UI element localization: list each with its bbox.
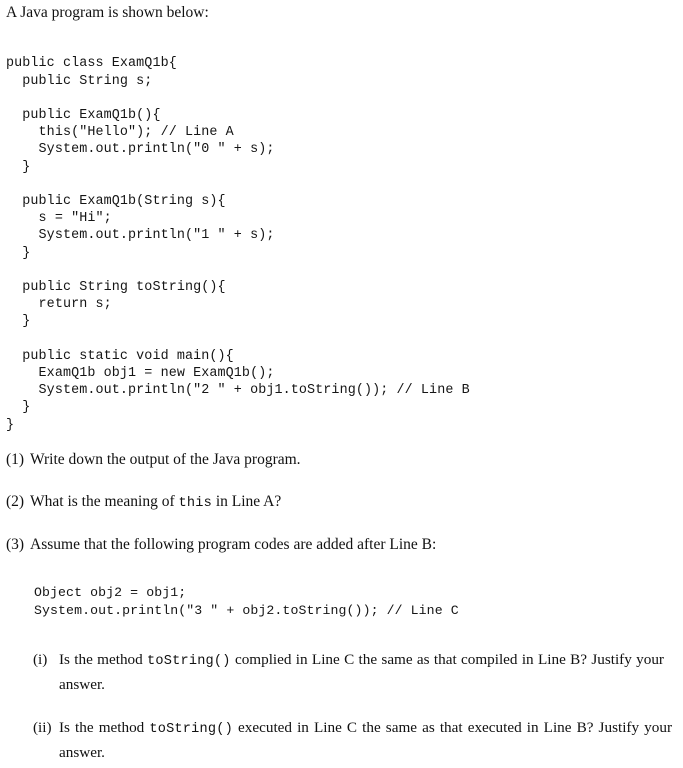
question-2-inline-code: this	[178, 496, 212, 511]
question-3-marker: (3)	[6, 536, 25, 553]
question-3-text: Assume that the following program codes …	[30, 536, 437, 553]
sub-question-ii-text-before: Is the method	[59, 719, 150, 736]
sub-question-ii-marker: (ii)	[33, 719, 52, 736]
sub-question-ii: (ii) Is the method toString() executed i…	[33, 716, 672, 764]
question-1-text: Write down the output of the Java progra…	[30, 451, 301, 468]
java-program-code-block: public class ExamQ1b{ public String s; p…	[6, 56, 470, 433]
document-page: A Java program is shown below: public cl…	[0, 0, 683, 768]
sub-question-i: (i) Is the method toString() complied in…	[33, 648, 664, 696]
sub-question-ii-inline-code: toString()	[149, 722, 233, 737]
sub-question-i-inline-code: toString()	[147, 654, 231, 669]
question-2: (2) What is the meaning of this in Line …	[6, 492, 281, 514]
question-1: (1) Write down the output of the Java pr…	[6, 450, 301, 470]
sub-question-i-text-before: Is the method	[59, 651, 148, 668]
added-program-code-block: Object obj2 = obj1; System.out.println("…	[34, 585, 459, 618]
sub-question-i-marker: (i)	[33, 651, 48, 668]
question-3: (3) Assume that the following program co…	[6, 535, 436, 555]
question-2-text-after: in Line A?	[211, 493, 282, 510]
question-2-text-before: What is the meaning of	[30, 493, 179, 510]
question-1-marker: (1)	[6, 451, 25, 468]
sub-question-i-text: Is the method toString() complied in Lin…	[59, 648, 664, 696]
question-2-marker: (2)	[6, 493, 25, 510]
intro-line: A Java program is shown below:	[6, 4, 209, 21]
question-2-text: What is the meaning of this in Line A?	[30, 492, 281, 514]
sub-question-ii-text: Is the method toString() executed in Lin…	[59, 716, 672, 764]
